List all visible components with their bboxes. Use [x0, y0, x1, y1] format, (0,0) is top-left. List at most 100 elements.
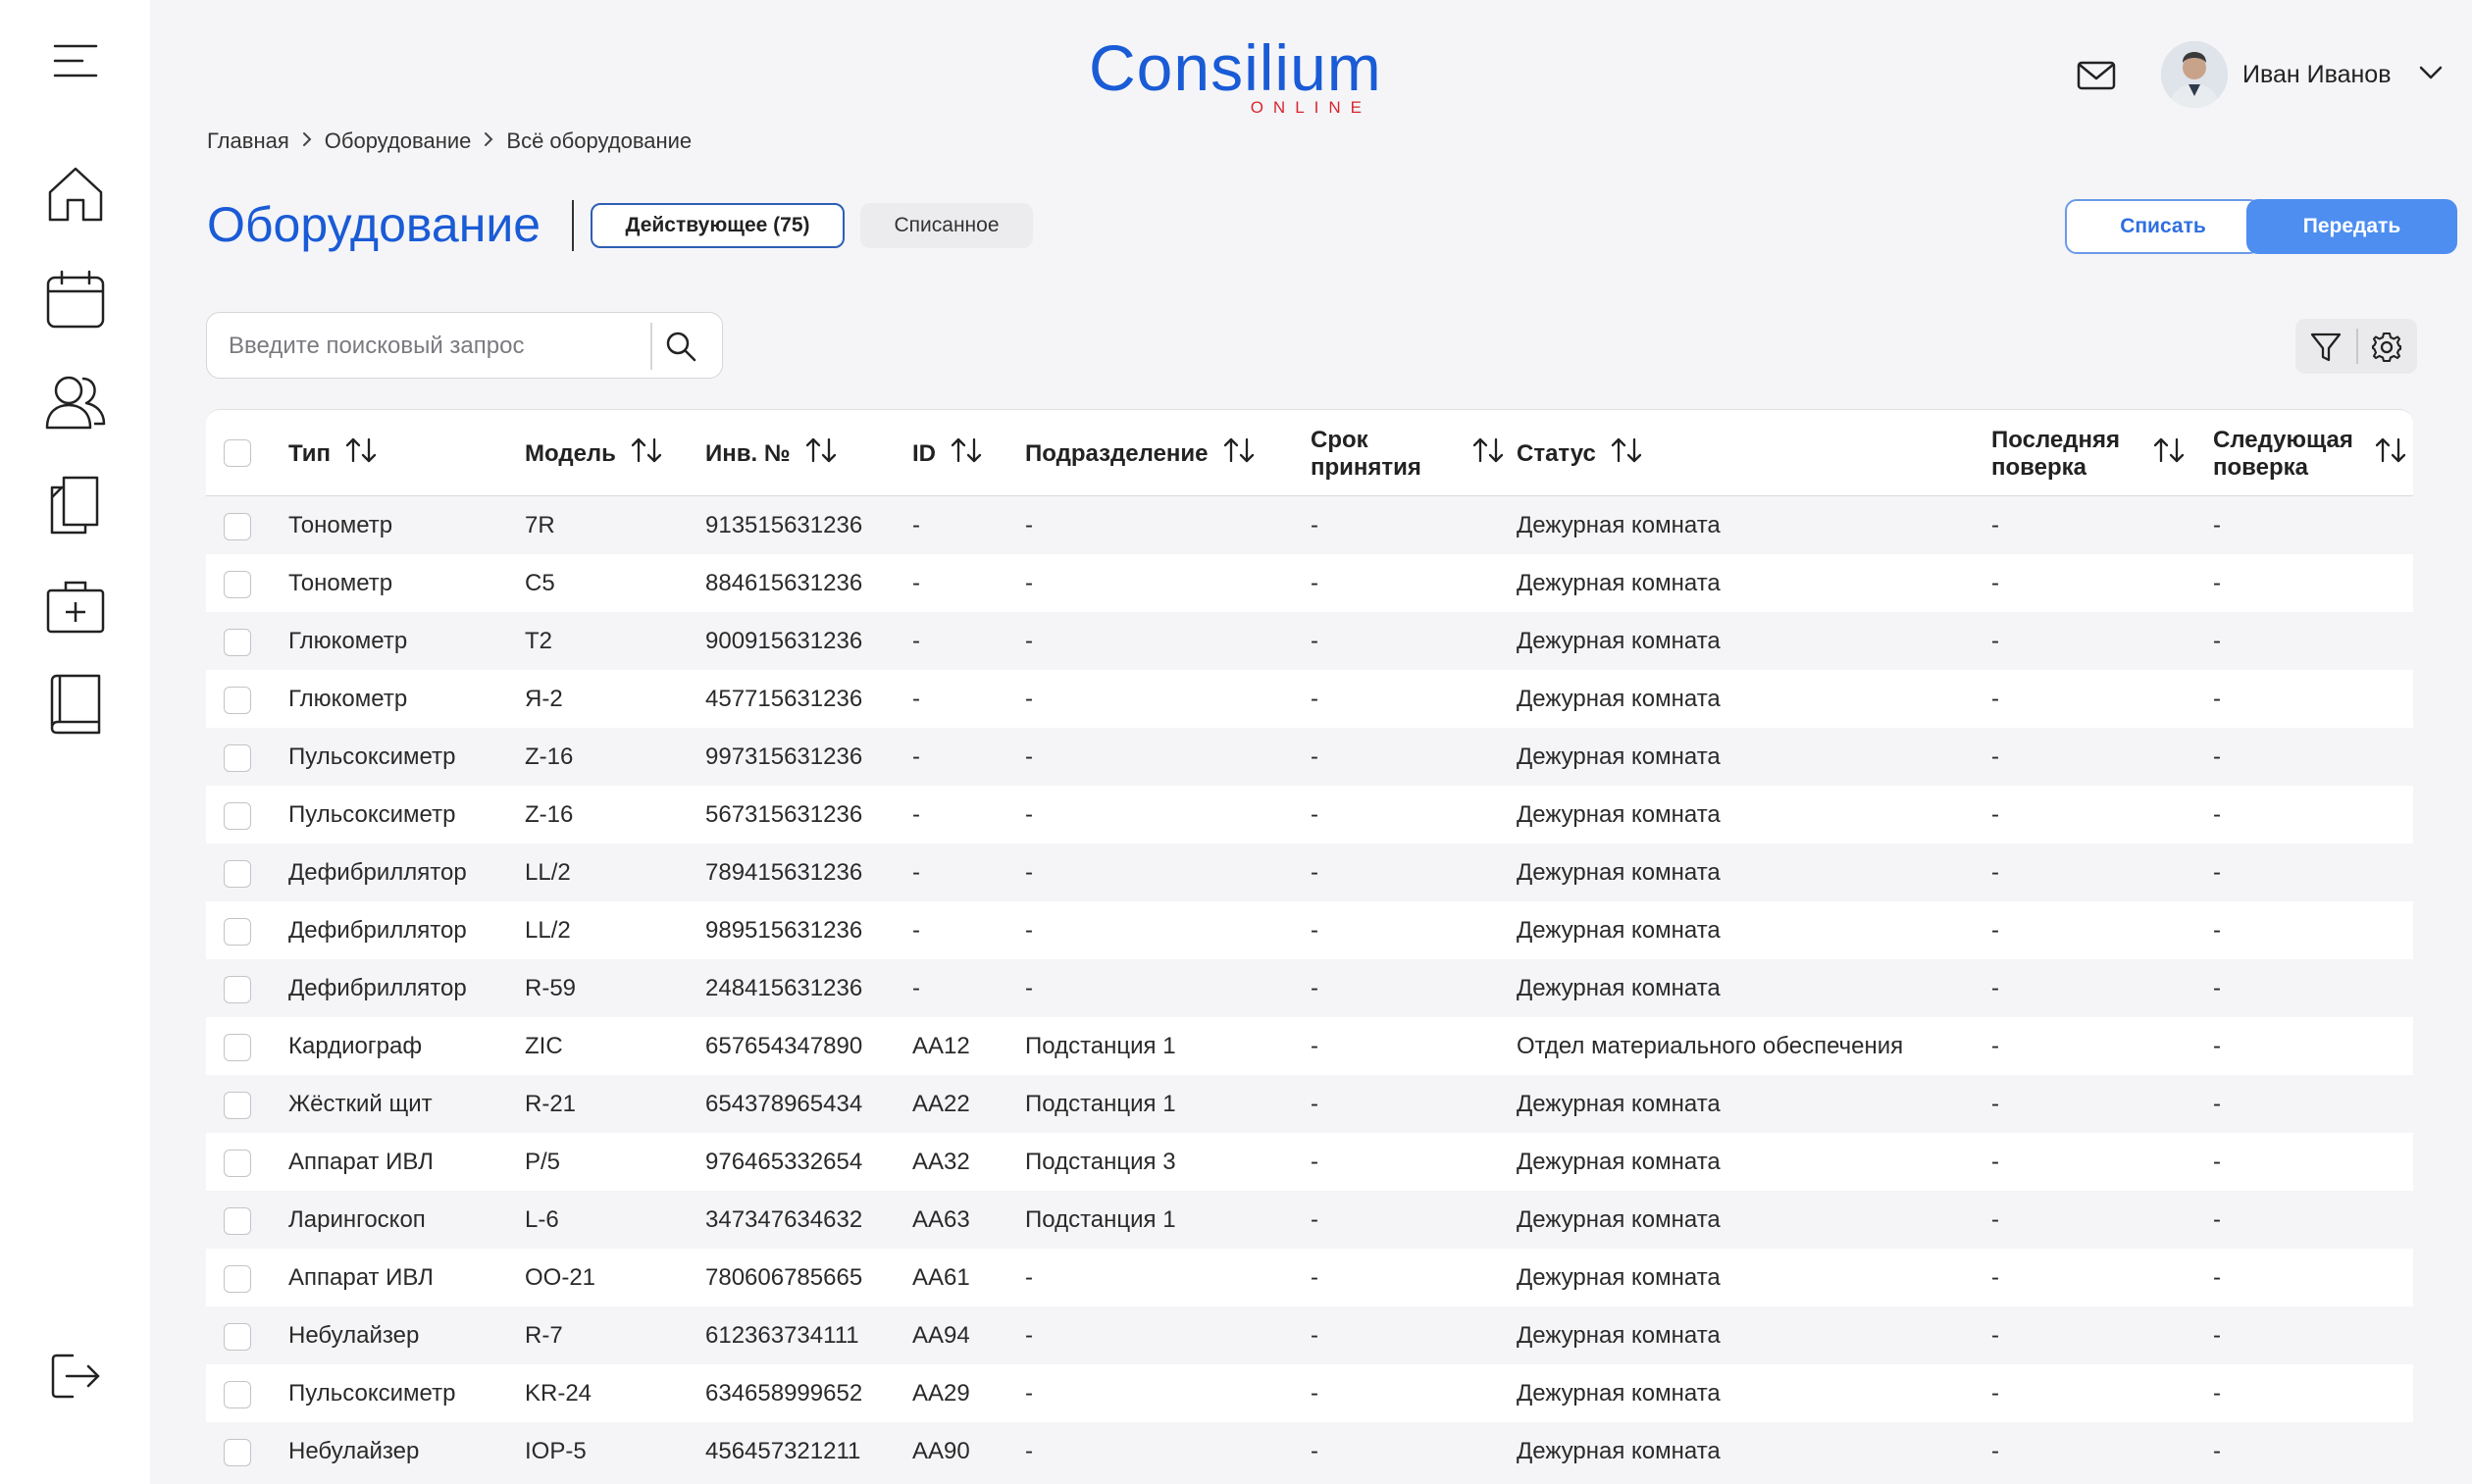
column-header-label: Статус — [1517, 439, 1596, 467]
sort-icon[interactable] — [2374, 435, 2407, 472]
book-icon[interactable] — [0, 672, 150, 737]
row-checkbox[interactable] — [224, 860, 251, 888]
table-row[interactable]: Дефибриллятор LL/2 789415631236 - - - Дежурная… — [206, 844, 2413, 901]
column-header[interactable]: ID — [912, 410, 983, 497]
row-checkbox[interactable] — [224, 744, 251, 772]
column-header[interactable]: Последняя поверка — [1991, 410, 2186, 497]
column-header[interactable]: Подразделение — [1025, 410, 1256, 497]
table-cell: C5 — [525, 569, 555, 596]
sort-icon[interactable] — [804, 435, 838, 472]
sort-icon[interactable] — [1222, 435, 1256, 472]
table-cell: - — [1311, 858, 1318, 886]
column-header[interactable]: Срок принятия — [1311, 410, 1505, 497]
row-checkbox[interactable] — [224, 918, 251, 946]
table-cell: Дежурная комната — [1517, 1148, 1721, 1175]
sort-icon[interactable] — [2152, 435, 2186, 472]
table-cell: 989515631236 — [705, 916, 863, 944]
select-all-checkbox[interactable] — [224, 439, 251, 467]
column-header[interactable]: Тип — [288, 410, 378, 497]
table-cell: 347347634632 — [705, 1205, 863, 1233]
table-row[interactable]: Глюкометр Я-2 457715631236 - - - Дежурная комн… — [206, 670, 2413, 728]
table-row[interactable]: Пульсоксиметр Z-16 997315631236 - - - Дежурная… — [206, 728, 2413, 786]
row-checkbox[interactable] — [224, 1265, 251, 1293]
table-cell: - — [2213, 974, 2221, 1001]
table-row[interactable]: Тонометр 7R 913515631236 - - - Дежурная комнат… — [206, 496, 2413, 554]
table-row[interactable]: Тонометр C5 884615631236 - - - Дежурная комнат… — [206, 554, 2413, 612]
table-cell: - — [1991, 511, 1999, 538]
user-name[interactable]: Иван Иванов — [2242, 61, 2392, 89]
row-checkbox[interactable] — [224, 1092, 251, 1119]
table-cell: - — [1025, 1321, 1033, 1349]
gear-icon[interactable] — [2370, 331, 2403, 369]
row-checkbox[interactable] — [224, 1034, 251, 1061]
table-cell: IOP-5 — [525, 1437, 587, 1464]
breadcrumb-item-equipment[interactable]: Оборудование — [325, 128, 472, 154]
table-cell: - — [1991, 1321, 1999, 1349]
filter-icon[interactable] — [2309, 331, 2343, 369]
chevron-down-icon[interactable] — [2419, 65, 2443, 85]
column-header[interactable]: Модель — [525, 410, 663, 497]
breadcrumb-item-home[interactable]: Главная — [207, 128, 289, 154]
breadcrumb-item-all-equipment[interactable]: Всё оборудование — [506, 128, 692, 154]
column-header[interactable]: Статус — [1517, 410, 1643, 497]
users-icon[interactable] — [0, 370, 150, 435]
medkit-icon[interactable] — [0, 574, 150, 639]
row-checkbox[interactable] — [224, 629, 251, 656]
transfer-button[interactable]: Передать — [2246, 199, 2457, 254]
mail-icon[interactable] — [2077, 61, 2116, 95]
tab-active-equipment[interactable]: Действующее (75) — [591, 203, 845, 248]
writeoff-button[interactable]: Списать — [2065, 199, 2261, 254]
table-row[interactable]: Ларингоскоп L-6 347347634632 AA63 Подстанция… — [206, 1191, 2413, 1249]
row-checkbox[interactable] — [224, 1439, 251, 1466]
table-cell: R-59 — [525, 974, 577, 1001]
table-row[interactable]: Пульсоксиметр KR-24 634658999652 AA29 - - Дежу… — [206, 1364, 2413, 1422]
sort-icon[interactable] — [1610, 435, 1643, 472]
row-checkbox[interactable] — [224, 1381, 251, 1408]
row-checkbox[interactable] — [224, 571, 251, 598]
table-cell: - — [1311, 569, 1318, 596]
logout-icon[interactable] — [0, 1352, 150, 1401]
table-cell: Отдел материального обеспечения — [1517, 1032, 1904, 1059]
table-cell: - — [1991, 1090, 1999, 1117]
row-checkbox[interactable] — [224, 1207, 251, 1235]
search-icon[interactable] — [664, 330, 697, 368]
sort-icon[interactable] — [344, 435, 378, 472]
tab-written-off[interactable]: Списанное — [860, 203, 1033, 248]
table-row[interactable]: Дефибриллятор R-59 248415631236 - - - Дежурная… — [206, 959, 2413, 1017]
home-icon[interactable] — [0, 162, 150, 227]
table-cell: Подстанция 1 — [1025, 1090, 1176, 1117]
table-cell: - — [1025, 1263, 1033, 1291]
table-row[interactable]: Дефибриллятор LL/2 989515631236 - - - Дежурная… — [206, 901, 2413, 959]
table-row[interactable]: Небулайзер R-7 612363734111 AA94 - - Дежурная … — [206, 1306, 2413, 1364]
table-cell: AA90 — [912, 1437, 970, 1464]
documents-icon[interactable] — [0, 473, 150, 537]
table-row[interactable]: Небулайзер IOP-5 456457321211 AA90 - - Дежурна… — [206, 1422, 2413, 1480]
row-checkbox[interactable] — [224, 513, 251, 540]
table-row[interactable]: Аппарат ИВЛ OO-21 780606785665 AA61 - - Дежурн… — [206, 1249, 2413, 1306]
sort-icon[interactable] — [630, 435, 663, 472]
table-row[interactable]: Глюкометр T2 900915631236 - - - Дежурная комна… — [206, 612, 2413, 670]
column-header[interactable]: Следующая поверка — [2213, 410, 2407, 497]
row-checkbox[interactable] — [224, 802, 251, 830]
sort-icon[interactable] — [950, 435, 983, 472]
row-checkbox[interactable] — [224, 1323, 251, 1351]
menu-icon[interactable] — [0, 39, 150, 82]
table-cell: 248415631236 — [705, 974, 863, 1001]
table-cell: KR-24 — [525, 1379, 592, 1407]
table-cell: 612363734111 — [705, 1321, 859, 1349]
row-checkbox[interactable] — [224, 687, 251, 714]
table-row[interactable]: Аппарат ИВЛ P/5 976465332654 AA32 Подстанция… — [206, 1133, 2413, 1191]
calendar-icon[interactable] — [0, 267, 150, 332]
row-checkbox[interactable] — [224, 1150, 251, 1177]
row-checkbox[interactable] — [224, 976, 251, 1003]
avatar[interactable] — [2161, 41, 2228, 108]
table-row[interactable]: Кардиограф ZIC 657654347890 AA12 Подстанция … — [206, 1017, 2413, 1075]
column-header[interactable]: Инв. № — [705, 410, 838, 497]
table-cell: - — [2213, 858, 2221, 886]
sort-icon[interactable] — [1471, 435, 1505, 472]
table-row[interactable]: Жёсткий щит R-21 654378965434 AA22 Подстанци… — [206, 1075, 2413, 1133]
table-row[interactable]: Пульсоксиметр Z-16 567315631236 - - - Дежурная… — [206, 786, 2413, 844]
search-input[interactable] — [229, 327, 641, 366]
app-logo[interactable]: Consilium ONLINE — [1089, 35, 1383, 120]
table-cell: R-7 — [525, 1321, 563, 1349]
